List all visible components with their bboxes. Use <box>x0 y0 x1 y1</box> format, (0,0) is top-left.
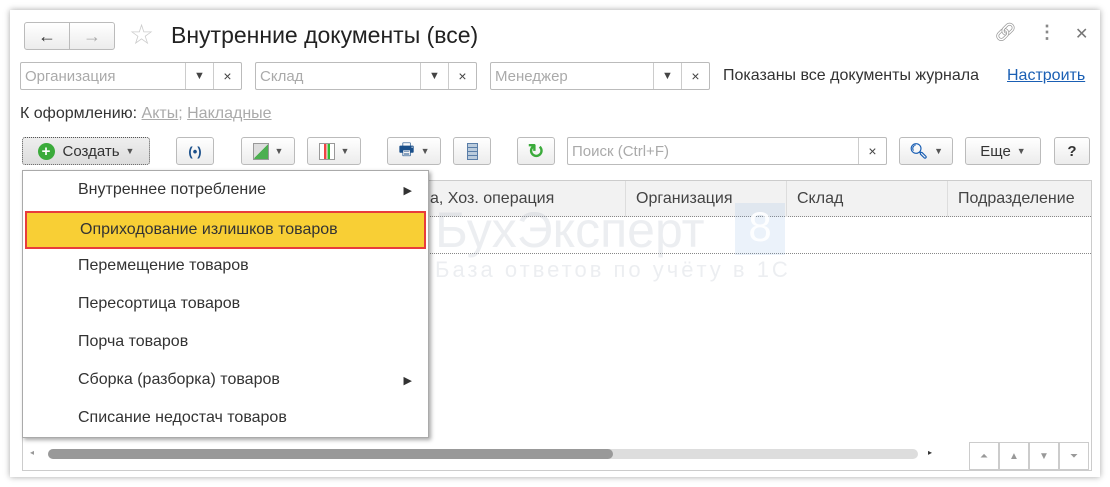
submenu-arrow-icon: ▶ <box>403 374 412 387</box>
column-header-department[interactable]: Подразделение <box>948 181 1091 217</box>
column-header-warehouse[interactable]: Склад <box>787 181 948 217</box>
search-input[interactable]: Поиск (Ctrl+F) <box>568 143 858 160</box>
to-process-row: К оформлению: Акты; Накладные <box>20 105 272 123</box>
menu-item-regrading[interactable]: Пересортица товаров <box>23 285 428 323</box>
plus-circle-icon: + <box>37 142 55 160</box>
menu-item-label: Порча товаров <box>78 333 189 350</box>
list-icon <box>466 142 478 160</box>
more-button[interactable]: Еще ▼ <box>965 137 1041 165</box>
printer-icon: 🖶︎ <box>398 139 415 159</box>
clear-icon[interactable]: × <box>681 63 709 89</box>
dropdown-icon[interactable]: ▼ <box>185 63 213 89</box>
arrow-left-icon: ← <box>38 25 56 46</box>
dropdown-icon[interactable]: ▼ <box>420 63 448 89</box>
warehouse-filter[interactable]: Склад ▼ × <box>255 62 477 90</box>
window: ← → ☆ Внутренние документы (все) 🔗︎ ⋮ ✕ … <box>10 10 1100 477</box>
to-process-label: К оформлению: <box>20 105 138 122</box>
manager-filter[interactable]: Менеджер ▼ × <box>490 62 710 90</box>
print-button[interactable]: 🖶︎ ▼ <box>387 137 441 165</box>
reports-button[interactable]: ▼ <box>307 137 361 165</box>
more-label: Еще <box>980 142 1011 160</box>
clear-icon[interactable]: × <box>213 63 241 89</box>
back-button[interactable]: ← <box>24 22 70 50</box>
scroll-up-button[interactable]: ▲ <box>999 442 1029 470</box>
clear-icon[interactable]: × <box>448 63 476 89</box>
scroll-right-icon[interactable]: ▸ <box>928 448 932 457</box>
close-icon[interactable]: ✕ <box>1075 24 1088 44</box>
scroll-to-top-button[interactable]: ⏶ <box>969 442 999 470</box>
warehouse-input[interactable]: Склад <box>256 68 420 85</box>
menu-item-surplus-receipt[interactable]: Оприходование излишков товаров <box>25 211 426 249</box>
invoices-link[interactable]: Накладные <box>187 105 271 122</box>
scroll-to-bottom-button[interactable]: ⏷ <box>1059 442 1089 470</box>
watermark-brand: БухЭксперт <box>435 202 705 258</box>
search-icon: 🔍︎ <box>909 143 929 160</box>
menu-item-label: Оприходование излишков товаров <box>80 221 338 238</box>
exchange-button[interactable]: (•) <box>176 137 214 165</box>
separator: ; <box>178 105 183 122</box>
create-label: Создать <box>62 142 120 160</box>
arrow-right-icon: → <box>83 25 101 46</box>
link-icon[interactable]: 🔗︎ <box>994 22 1017 43</box>
create-button[interactable]: + Создать ▼ <box>22 137 150 165</box>
watermark-tagline: База ответов по учёту в 1С <box>435 257 791 282</box>
horizontal-scrollbar[interactable] <box>48 449 918 459</box>
signal-icon: (•) <box>188 143 202 159</box>
menu-item-internal-consumption[interactable]: Внутреннее потребление ▶ <box>23 171 428 209</box>
menu-item-label: Сборка (разборка) товаров <box>78 371 280 388</box>
refresh-icon: ↻ <box>527 140 545 163</box>
organization-filter[interactable]: Организация ▼ × <box>20 62 242 90</box>
acts-link[interactable]: Акты <box>142 105 179 122</box>
create-based-on-button[interactable]: ▼ <box>241 137 295 165</box>
configure-link[interactable]: Настроить <box>1007 67 1085 85</box>
menu-item-label: Пересортица товаров <box>78 295 241 312</box>
scrollbar-thumb[interactable] <box>48 449 613 459</box>
clear-search-icon[interactable]: × <box>858 138 886 164</box>
help-button[interactable]: ? <box>1054 137 1090 165</box>
search-field[interactable]: Поиск (Ctrl+F) × <box>567 137 887 165</box>
page-title: Внутренние документы (все) <box>171 22 479 48</box>
menu-item-label: Списание недостач товаров <box>78 409 287 426</box>
menu-item-label: Внутреннее потребление <box>78 181 267 198</box>
documents-arrow-icon <box>252 142 269 160</box>
report-chart-icon <box>318 142 335 160</box>
menu-item-label: Перемещение товаров <box>78 257 249 274</box>
menu-item-assembly[interactable]: Сборка (разборка) товаров ▶ <box>23 361 428 399</box>
scroll-down-button[interactable]: ▼ <box>1029 442 1059 470</box>
menu-item-goods-transfer[interactable]: Перемещение товаров <box>23 247 428 285</box>
favorite-star-icon[interactable]: ☆ <box>129 18 154 51</box>
organization-input[interactable]: Организация <box>21 68 185 85</box>
menu-item-spoilage[interactable]: Порча товаров <box>23 323 428 361</box>
watermark-badge: 8 <box>735 203 785 255</box>
filter-status-text: Показаны все документы журнала <box>723 67 979 84</box>
menu-item-shortage-writeoff[interactable]: Списание недостач товаров <box>23 399 428 437</box>
scroll-left-icon[interactable]: ◂ <box>30 448 34 457</box>
refresh-button[interactable]: ↻ <box>517 137 555 165</box>
submenu-arrow-icon: ▶ <box>403 184 412 197</box>
forward-button[interactable]: → <box>69 22 115 50</box>
dropdown-icon[interactable]: ▼ <box>653 63 681 89</box>
manager-input[interactable]: Менеджер <box>491 68 653 85</box>
list-settings-button[interactable] <box>453 137 491 165</box>
more-vertical-icon[interactable]: ⋮ <box>1038 22 1056 43</box>
search-options-button[interactable]: 🔍︎ ▼ <box>899 137 953 165</box>
create-dropdown-menu: Внутреннее потребление ▶ Оприходование из… <box>22 170 429 438</box>
help-label: ? <box>1067 142 1077 160</box>
